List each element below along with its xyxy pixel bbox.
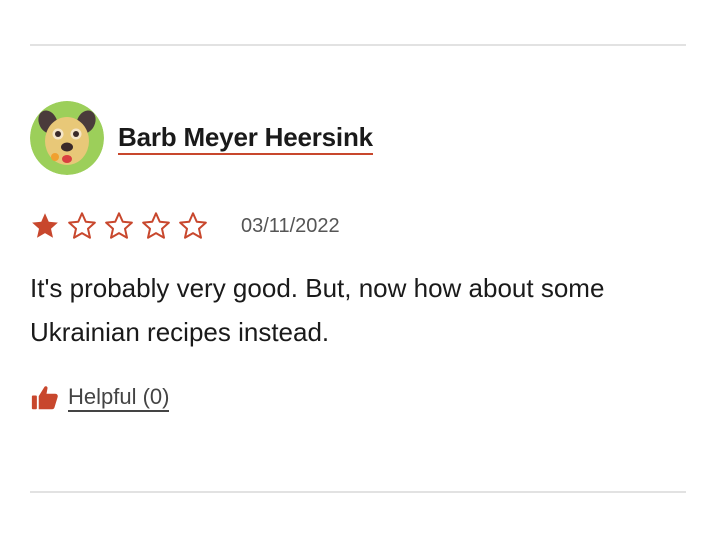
author-row: Barb Meyer Heersink xyxy=(30,100,686,176)
star-outline-icon xyxy=(178,211,208,241)
review-card: Barb Meyer Heersink 03/11/2022 It's prob… xyxy=(30,100,686,416)
review-date: 03/11/2022 xyxy=(241,214,340,237)
author-name-link[interactable]: Barb Meyer Heersink xyxy=(118,122,373,155)
star-filled-icon xyxy=(30,211,60,241)
review-body-text: It's probably very good. But, now how ab… xyxy=(30,273,605,347)
star-outline-icon xyxy=(67,211,97,241)
helpful-row: Helpful (0) xyxy=(30,380,686,416)
dog-face-avatar-icon[interactable] xyxy=(30,101,104,175)
thumbs-up-icon[interactable] xyxy=(30,383,60,413)
top-divider xyxy=(30,44,686,46)
star-outline-icon xyxy=(104,211,134,241)
rating-row: 03/11/2022 xyxy=(30,206,686,246)
star-outline-icon xyxy=(141,211,171,241)
helpful-button[interactable]: Helpful (0) xyxy=(68,384,170,412)
star-rating xyxy=(30,211,215,241)
bottom-divider xyxy=(30,491,686,493)
